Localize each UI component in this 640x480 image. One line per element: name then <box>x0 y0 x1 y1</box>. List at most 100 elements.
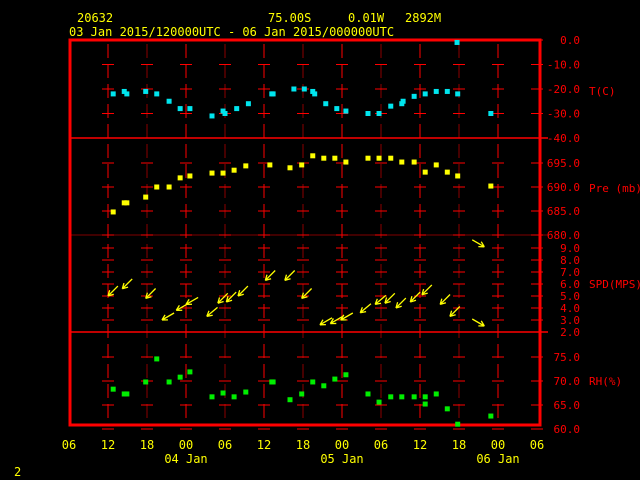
x-tick-label: 00 <box>491 438 505 452</box>
temp-tick-label: 0.0 <box>560 34 580 47</box>
pres-tick-label: 690.0 <box>547 181 580 194</box>
pres-point <box>231 167 237 173</box>
x-tick-label: 12 <box>101 438 115 452</box>
temp-point <box>209 113 215 119</box>
x-day-label: 05 Jan <box>320 452 363 466</box>
pres-point <box>321 155 327 161</box>
rh-tick-label: 60.0 <box>554 423 581 436</box>
temp-point <box>312 91 318 97</box>
pres-point <box>143 194 149 200</box>
x-tick-label: 12 <box>257 438 271 452</box>
wind-axis-label: SPD(MPS) <box>589 278 640 291</box>
x-tick-label: 00 <box>179 438 193 452</box>
wind-arrow <box>121 278 133 290</box>
page-number: 2 <box>14 465 21 479</box>
wind-arrow <box>439 294 451 306</box>
temp-point <box>177 106 183 112</box>
pres-point <box>209 170 215 176</box>
rh-point <box>209 394 215 400</box>
temp-point <box>245 101 251 107</box>
rh-point <box>220 390 226 396</box>
temp-point <box>143 88 149 94</box>
temp-point <box>388 103 394 109</box>
pres-point <box>187 173 193 179</box>
rh-point <box>422 401 428 407</box>
temp-point <box>166 98 172 104</box>
plot-frame <box>68 38 542 427</box>
temp-point <box>154 91 160 97</box>
temp-point <box>488 111 494 116</box>
temp-point <box>323 101 329 107</box>
pres-point <box>243 163 249 169</box>
x-tick-label: 06 <box>218 438 232 452</box>
temp-point <box>301 86 307 92</box>
temp-point <box>110 91 116 97</box>
wind-arrow <box>395 297 407 309</box>
temp-point <box>433 88 439 94</box>
pres-axis-label: Pre (mb) <box>589 182 640 195</box>
wind-arrow <box>284 270 296 282</box>
rh-point <box>310 379 316 385</box>
wind-arrow <box>107 285 119 297</box>
x-tick-label: 18 <box>140 438 154 452</box>
pres-point <box>399 159 405 165</box>
wind-arrow <box>409 291 421 303</box>
rh-point <box>154 356 160 362</box>
temp-point <box>334 106 340 112</box>
rh-point <box>243 389 249 395</box>
time-range: 03 Jan 2015/120000UTC - 06 Jan 2015/0000… <box>69 25 394 39</box>
pres-point <box>166 184 172 190</box>
wind-tick-label: 2.0 <box>560 326 580 339</box>
meteogram: 20632 75.00S 0.01W 2892M 03 Jan 2015/120… <box>14 11 640 479</box>
rh-point <box>444 406 450 412</box>
wind-arrow <box>359 303 372 314</box>
pres-point <box>444 169 450 175</box>
temp-axis-label: T(C) <box>589 85 616 98</box>
temp-point <box>411 93 417 99</box>
temp-point <box>234 106 240 112</box>
pres-point <box>376 155 382 161</box>
x-day-label: 04 Jan <box>164 452 207 466</box>
wind-arrow <box>471 318 485 327</box>
rh-point <box>110 386 116 392</box>
wind-arrow <box>340 312 354 321</box>
temp-point <box>187 106 193 112</box>
rh-point <box>488 413 494 419</box>
pres-point <box>310 153 316 159</box>
wind-arrow <box>185 296 199 306</box>
rh-point <box>124 391 130 397</box>
temp-tick-label: -30.0 <box>547 108 580 121</box>
wind-arrow <box>161 312 175 321</box>
rh-point <box>143 379 149 385</box>
station-id: 20632 <box>77 11 113 25</box>
temp-tick-label: -20.0 <box>547 83 580 96</box>
rh-tick-label: 65.0 <box>554 399 581 412</box>
x-day-label: 06 Jan <box>476 452 519 466</box>
rh-point <box>455 421 461 427</box>
temp-point <box>270 91 276 97</box>
temp-point <box>365 111 371 116</box>
rh-point <box>321 383 327 389</box>
temp-point <box>455 91 461 97</box>
rh-point <box>231 394 237 400</box>
pres-point <box>388 155 394 161</box>
rh-point <box>388 394 394 400</box>
wind-arrow <box>471 239 485 248</box>
pres-point <box>411 159 417 165</box>
wind-arrow <box>237 285 249 297</box>
rh-tick-label: 75.0 <box>554 351 581 364</box>
wind-arrow <box>384 292 396 304</box>
x-tick-label: 00 <box>335 438 349 452</box>
rh-point <box>433 391 439 397</box>
pres-tick-label: 695.0 <box>547 157 580 170</box>
wind-arrow <box>421 284 433 296</box>
pres-point <box>433 162 439 168</box>
rh-point <box>270 379 276 385</box>
pres-point <box>422 169 428 175</box>
rh-point <box>187 369 193 375</box>
pres-point <box>124 200 130 206</box>
rh-point <box>399 394 405 400</box>
temp-point <box>291 86 297 92</box>
pres-point <box>287 165 293 171</box>
rh-point <box>411 394 417 400</box>
